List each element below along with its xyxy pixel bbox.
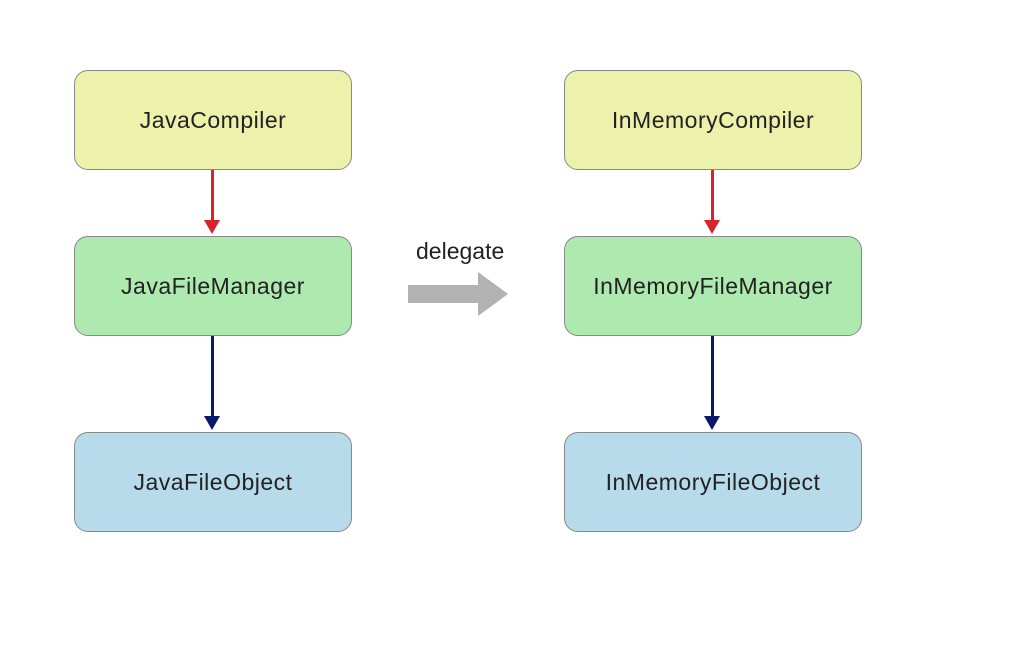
node-label: InMemoryCompiler	[612, 107, 814, 134]
arrow-right-mid-to-bot	[712, 336, 714, 430]
arrow-left-mid-to-bot	[212, 336, 214, 430]
delegate-label: delegate	[416, 238, 504, 265]
delegate-text: delegate	[416, 238, 504, 264]
node-label: JavaFileManager	[121, 273, 305, 300]
node-java-file-object: JavaFileObject	[74, 432, 352, 532]
node-label: JavaFileObject	[133, 469, 292, 496]
node-label: InMemoryFileObject	[606, 469, 821, 496]
node-inmemory-file-manager: InMemoryFileManager	[564, 236, 862, 336]
node-java-file-manager: JavaFileManager	[74, 236, 352, 336]
node-label: JavaCompiler	[140, 107, 287, 134]
delegate-arrow-icon	[408, 272, 508, 316]
node-inmemory-compiler: InMemoryCompiler	[564, 70, 862, 170]
node-java-compiler: JavaCompiler	[74, 70, 352, 170]
node-inmemory-file-object: InMemoryFileObject	[564, 432, 862, 532]
node-label: InMemoryFileManager	[593, 273, 833, 300]
arrow-right-top-to-mid	[712, 170, 714, 234]
arrow-left-top-to-mid	[212, 170, 214, 234]
diagram-canvas: JavaCompiler JavaFileManager JavaFileObj…	[0, 0, 1020, 656]
